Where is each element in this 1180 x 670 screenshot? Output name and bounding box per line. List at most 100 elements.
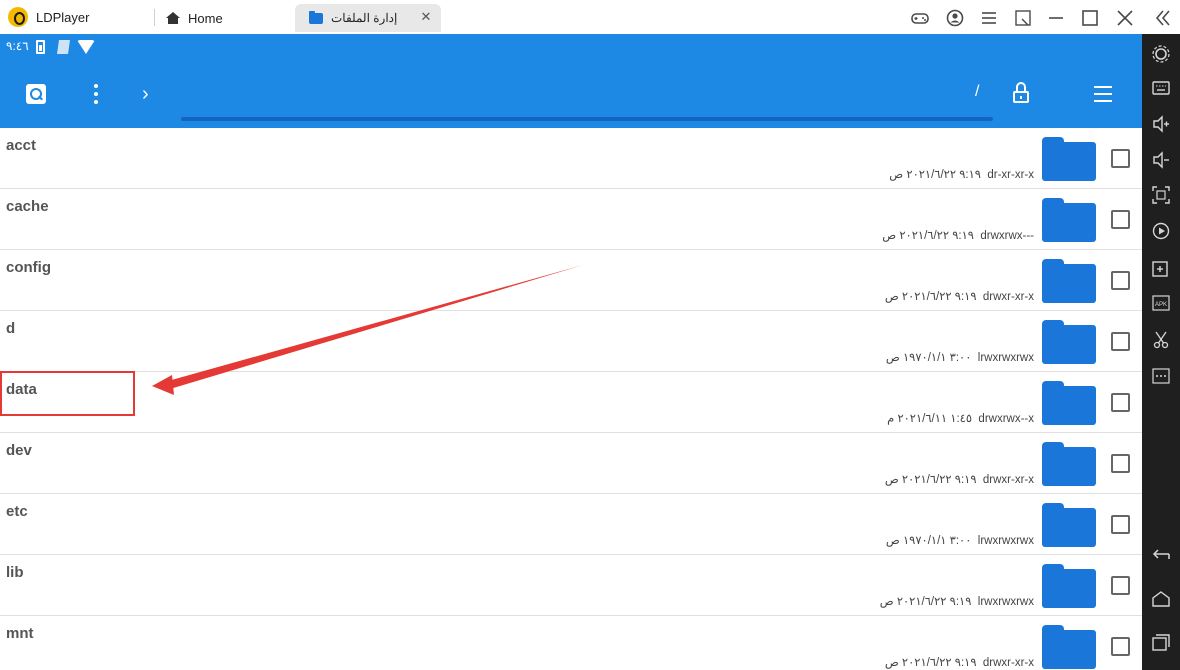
file-meta: ٢٠٢١/٦/٢٢ ٩:١٩ ص drwxr-xr-x bbox=[885, 655, 1034, 669]
select-checkbox[interactable] bbox=[1111, 393, 1130, 412]
file-row[interactable]: lib ٢٠٢١/٦/٢٢ ٩:١٩ ص lrwxrwxrwx bbox=[0, 555, 1142, 616]
ldplayer-logo-icon bbox=[8, 7, 28, 27]
hamburger-menu-icon[interactable] bbox=[1094, 86, 1112, 102]
path-scrollbar[interactable] bbox=[181, 117, 993, 121]
folder-icon bbox=[1042, 320, 1096, 364]
file-permissions: lrwxrwxrwx bbox=[977, 535, 1034, 547]
restore-icon[interactable] bbox=[1013, 8, 1033, 28]
recent-apps-icon[interactable] bbox=[1152, 633, 1170, 651]
more-options-icon[interactable] bbox=[93, 84, 99, 104]
file-name: config bbox=[6, 259, 51, 276]
current-path[interactable]: / bbox=[975, 83, 979, 101]
keyboard-icon[interactable] bbox=[1152, 79, 1170, 97]
file-row[interactable]: d ١٩٧٠/١/١ ٣:٠٠ ص lrwxrwxrwx bbox=[0, 311, 1142, 372]
file-permissions: drwxrwx--- bbox=[980, 230, 1034, 242]
tab-home[interactable]: Home bbox=[160, 5, 229, 31]
file-name: cache bbox=[6, 198, 49, 215]
emulator-sidebar: APK bbox=[1142, 34, 1180, 670]
more-icon[interactable] bbox=[1152, 367, 1170, 385]
tab-close-icon[interactable]: ✕ bbox=[419, 10, 433, 24]
file-date: ١٩٧٠/١/١ bbox=[903, 352, 947, 364]
volume-up-icon[interactable] bbox=[1152, 115, 1170, 133]
close-icon[interactable] bbox=[1115, 8, 1135, 28]
file-date: ٢٠٢١/٦/٢٢ bbox=[906, 169, 957, 181]
select-checkbox[interactable] bbox=[1111, 576, 1130, 595]
tab-divider bbox=[154, 9, 155, 26]
file-row[interactable]: dev ٢٠٢١/٦/٢٢ ٩:١٩ ص drwxr-xr-x bbox=[0, 433, 1142, 494]
select-checkbox[interactable] bbox=[1111, 271, 1130, 290]
file-list: acct ٢٠٢١/٦/٢٢ ٩:١٩ ص dr-xr-xr-x cache ٢… bbox=[0, 128, 1142, 670]
file-date: ١٩٧٠/١/١ bbox=[903, 535, 947, 547]
brand: LDPlayer bbox=[8, 7, 89, 27]
record-icon[interactable] bbox=[1152, 222, 1170, 240]
file-permissions: drwxr-xr-x bbox=[982, 657, 1034, 669]
file-row[interactable]: acct ٢٠٢١/٦/٢٢ ٩:١٩ ص dr-xr-xr-x bbox=[0, 128, 1142, 189]
select-checkbox[interactable] bbox=[1111, 332, 1130, 351]
home-icon bbox=[166, 12, 180, 24]
folder-icon bbox=[309, 10, 323, 24]
highlight-box bbox=[0, 371, 135, 416]
file-row[interactable]: config ٢٠٢١/٦/٢٢ ٩:١٩ ص drwxr-xr-x bbox=[0, 250, 1142, 311]
search-icon[interactable] bbox=[26, 84, 46, 104]
app-toolbar: › / bbox=[0, 60, 1142, 128]
file-date: ٢٠٢١/٦/٢٢ bbox=[896, 596, 947, 608]
volume-down-icon[interactable] bbox=[1152, 151, 1170, 169]
window-titlebar: LDPlayer Home إدارة الملفات ✕ bbox=[0, 0, 1180, 34]
select-checkbox[interactable] bbox=[1111, 454, 1130, 473]
select-checkbox[interactable] bbox=[1111, 149, 1130, 168]
file-permissions: drwxr-xr-x bbox=[982, 474, 1034, 486]
menu-icon[interactable] bbox=[979, 8, 999, 28]
sim-icon bbox=[57, 40, 70, 54]
maximize-icon[interactable] bbox=[1080, 8, 1100, 28]
status-time: ٩:٤٦ bbox=[6, 39, 29, 53]
file-meta: ٢٠٢١/٦/٢٢ ٩:١٩ ص drwxr-xr-x bbox=[885, 289, 1034, 303]
file-meta: ١٩٧٠/١/١ ٣:٠٠ ص lrwxrwxrwx bbox=[886, 533, 1034, 547]
file-date: ٢٠٢١/٦/١١ bbox=[897, 413, 948, 425]
file-permissions: drwxr-xr-x bbox=[982, 291, 1034, 303]
fullscreen-icon[interactable] bbox=[1152, 186, 1170, 204]
svg-text:APK: APK bbox=[1155, 302, 1167, 308]
file-permissions: dr-xr-xr-x bbox=[987, 169, 1034, 181]
file-meta: ٢٠٢١/٦/٢٢ ٩:١٩ ص drwxr-xr-x bbox=[885, 472, 1034, 486]
file-row[interactable]: etc ١٩٧٠/١/١ ٣:٠٠ ص lrwxrwxrwx bbox=[0, 494, 1142, 555]
file-date: ٢٠٢١/٦/٢٢ bbox=[901, 657, 952, 669]
folder-icon bbox=[1042, 381, 1096, 425]
folder-icon bbox=[1042, 442, 1096, 486]
file-name: dev bbox=[6, 442, 32, 459]
lock-icon[interactable] bbox=[1013, 82, 1029, 104]
wifi-icon bbox=[77, 40, 95, 54]
file-meta: ٢٠٢١/٦/٢٢ ٩:١٩ ص drwxrwx--- bbox=[882, 228, 1034, 242]
back-icon[interactable] bbox=[1152, 546, 1170, 564]
file-permissions: drwxrwx--x bbox=[978, 413, 1034, 425]
folder-icon bbox=[1042, 198, 1096, 242]
file-permissions: lrwxrwxrwx bbox=[977, 596, 1034, 608]
file-meta: ٢٠٢١/٦/١١ ١:٤٥ م drwxrwx--x bbox=[887, 411, 1034, 425]
tab-file-manager-label: إدارة الملفات bbox=[331, 11, 398, 25]
file-meta: ٢٠٢١/٦/٢٢ ٩:١٩ ص dr-xr-xr-x bbox=[889, 167, 1034, 181]
file-row[interactable]: mnt ٢٠٢١/٦/٢٢ ٩:١٩ ص drwxr-xr-x bbox=[0, 616, 1142, 670]
battery-icon bbox=[36, 40, 45, 54]
file-name: lib bbox=[6, 564, 24, 581]
select-checkbox[interactable] bbox=[1111, 515, 1130, 534]
add-app-icon[interactable] bbox=[1152, 259, 1170, 277]
file-name: etc bbox=[6, 503, 28, 520]
file-row[interactable]: cache ٢٠٢١/٦/٢٢ ٩:١٩ ص drwxrwx--- bbox=[0, 189, 1142, 250]
minimize-icon[interactable] bbox=[1046, 8, 1066, 28]
file-permissions: lrwxrwxrwx bbox=[977, 352, 1034, 364]
home-icon[interactable] bbox=[1152, 590, 1170, 608]
collapse-icon[interactable] bbox=[1153, 8, 1173, 28]
file-name: d bbox=[6, 320, 16, 337]
file-row[interactable]: data ٢٠٢١/٦/١١ ١:٤٥ م drwxrwx--x bbox=[0, 372, 1142, 433]
apk-icon[interactable]: APK bbox=[1152, 294, 1170, 312]
select-checkbox[interactable] bbox=[1111, 210, 1130, 229]
folder-icon bbox=[1042, 625, 1096, 669]
cut-icon[interactable] bbox=[1152, 331, 1170, 349]
tab-file-manager[interactable]: إدارة الملفات ✕ bbox=[295, 4, 441, 32]
gamepad-icon[interactable] bbox=[910, 8, 930, 28]
account-icon[interactable] bbox=[945, 8, 965, 28]
folder-icon bbox=[1042, 137, 1096, 181]
settings-icon[interactable] bbox=[1152, 45, 1170, 63]
file-date: ٢٠٢١/٦/٢٢ bbox=[899, 230, 950, 242]
chevron-right-icon[interactable]: › bbox=[142, 84, 156, 104]
select-checkbox[interactable] bbox=[1111, 637, 1130, 656]
